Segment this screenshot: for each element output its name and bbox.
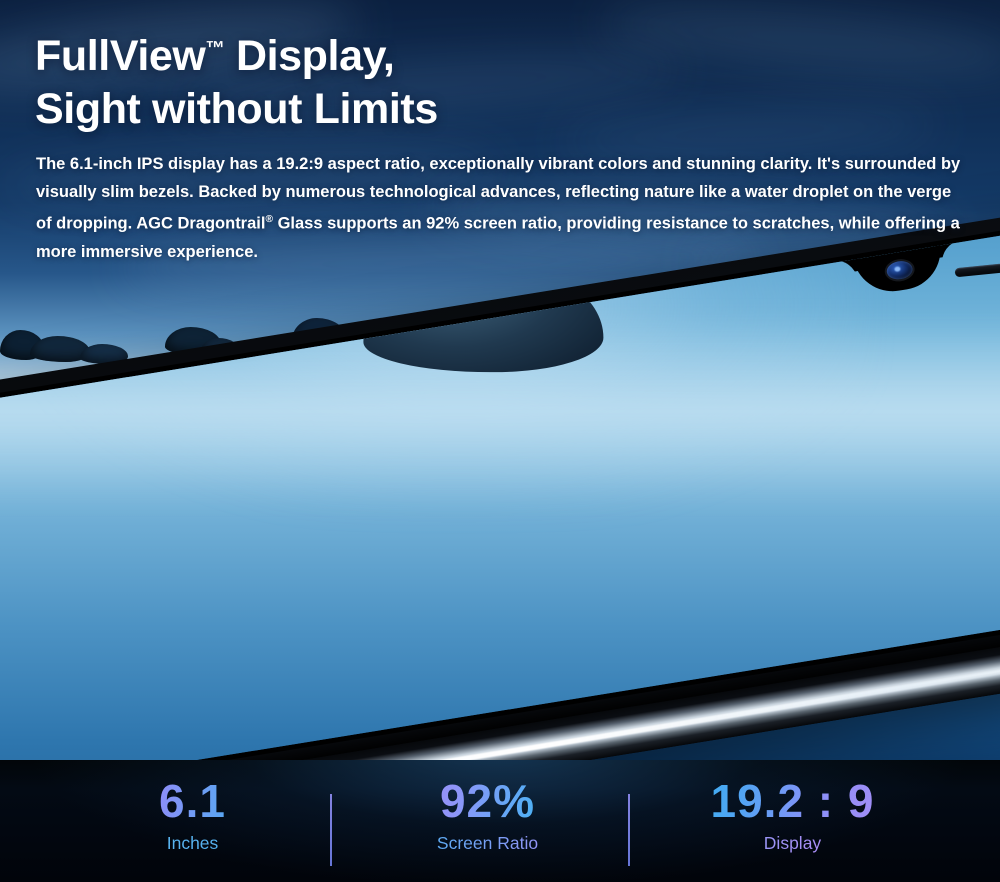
trademark-symbol: ™ (205, 37, 225, 60)
stat-divider (628, 794, 630, 866)
stat-screen-ratio: 92% Screen Ratio (405, 778, 570, 853)
stat-inches: 6.1 Inches (110, 778, 275, 853)
spec-stats-bar: 6.1 Inches 92% Screen Ratio 19.2 : 9 Dis… (0, 760, 1000, 882)
camera-lens-glint (894, 266, 902, 273)
registered-symbol: ® (265, 214, 273, 225)
headline-line1: FullView (35, 32, 206, 80)
stat-value: 92% (405, 778, 570, 825)
stat-label: Inches (110, 833, 275, 853)
headline-line1-tail: Display, (224, 32, 395, 80)
product-banner: FullView™ Display, Sight without Limits T… (0, 0, 1000, 882)
page-title: FullView™ Display, Sight without Limits (35, 30, 438, 136)
stat-value: 19.2 : 9 (690, 778, 895, 825)
headline-line2: Sight without Limits (35, 84, 438, 133)
stat-value: 6.1 (110, 778, 275, 825)
stat-divider (330, 794, 332, 866)
stat-label: Screen Ratio (405, 833, 570, 853)
description-paragraph: The 6.1-inch IPS display has a 19.2:9 as… (36, 150, 966, 266)
stat-label: Display (690, 833, 895, 853)
stat-display-ratio: 19.2 : 9 Display (690, 778, 895, 853)
